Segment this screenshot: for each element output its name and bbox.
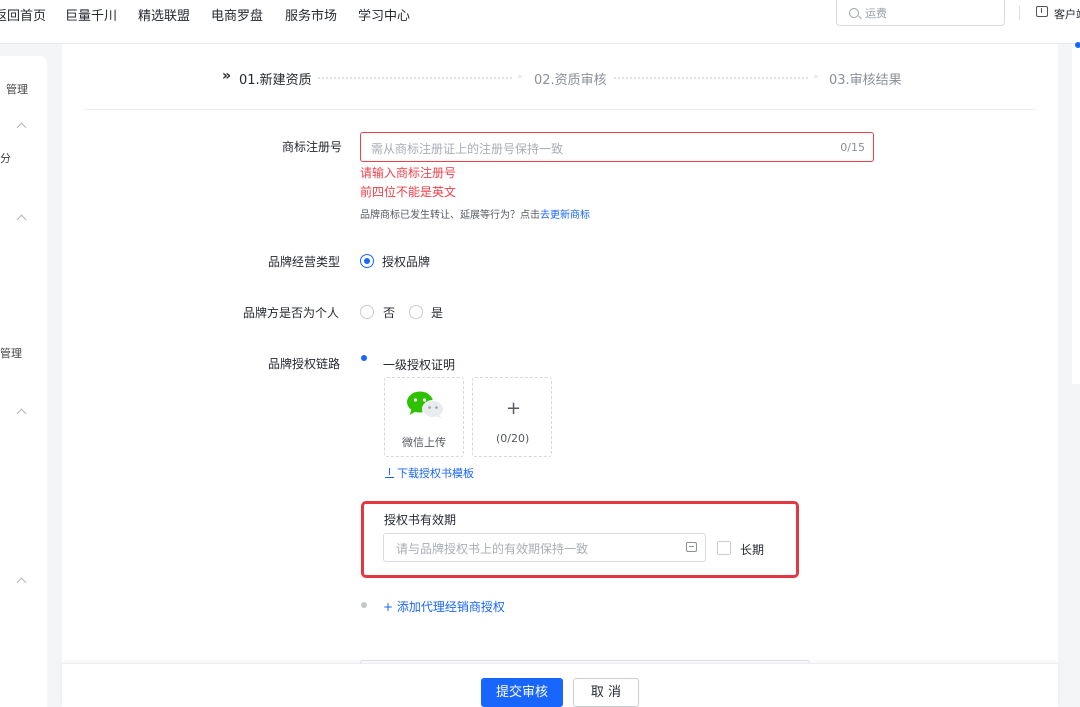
chevron-up-icon[interactable]	[16, 214, 27, 225]
step-3: 03.审核结果	[829, 73, 902, 88]
chevron-up-icon[interactable]	[16, 408, 27, 419]
calendar-icon[interactable]	[686, 542, 697, 552]
trademark-hint: 品牌商标已发生转让、延展等行为？点击去更新商标	[360, 206, 590, 221]
trademark-label: 商标注册号	[282, 140, 343, 154]
trademark-number-input[interactable]: 需从商标注册证上的注册号保持一致 0/15	[360, 132, 874, 162]
trademark-placeholder: 需从商标注册证上的注册号保持一致	[371, 142, 564, 156]
upload-count: (0/20)	[496, 432, 530, 445]
search-icon	[849, 8, 859, 18]
nav-alliance[interactable]: 精选联盟	[138, 5, 190, 24]
nav-learning-center[interactable]: 学习中心	[358, 5, 410, 24]
validity-placeholder: 请与品牌授权书上的有效期保持一致	[396, 542, 589, 556]
is-individual-label: 品牌方是否为个人	[243, 306, 340, 320]
nav-qianchuan[interactable]: 巨量千川	[65, 5, 117, 24]
step-1: 01.新建资质	[239, 73, 312, 88]
submit-review-button[interactable]: 提交审核	[481, 678, 563, 707]
nav-home[interactable]: 返回首页	[0, 5, 46, 24]
nav-service-market[interactable]: 服务市场	[285, 5, 337, 24]
error-format: 前四位不能是英文	[360, 185, 457, 199]
header-divider	[84, 109, 1036, 110]
sidebar-item-label[interactable]: 管理	[6, 81, 28, 97]
download-icon	[385, 468, 394, 478]
sidebar-item-label[interactable]: 管理	[0, 345, 22, 361]
wechat-icon	[407, 391, 444, 419]
download-template-link[interactable]: 下载授权书模板	[385, 465, 474, 481]
notification-dot	[1075, 42, 1080, 48]
level1-title: 一级授权证明	[383, 358, 456, 372]
upload-file-button[interactable]: + (0/20)	[472, 377, 552, 457]
validity-date-input[interactable]: 请与品牌授权书上的有效期保持一致	[383, 533, 706, 562]
authorized-brand-label[interactable]: 授权品牌	[382, 253, 430, 270]
wechat-upload-caption: 微信上传	[402, 436, 446, 449]
add-agent-authorization-link[interactable]: + 添加代理经销商授权	[383, 598, 505, 615]
sidebar: 管理 分 管理	[0, 56, 47, 707]
step-arrow-icon: »	[517, 72, 522, 82]
timeline-dot-inactive	[361, 602, 367, 608]
download-client-icon[interactable]	[1036, 6, 1048, 17]
auth-chain-label: 品牌授权链路	[268, 357, 341, 371]
radio-yes[interactable]	[409, 305, 423, 319]
validity-title: 授权书有效期	[384, 513, 457, 527]
no-label[interactable]: 否	[383, 304, 395, 321]
search-placeholder: 运费	[865, 7, 887, 20]
step-connector	[614, 77, 808, 79]
timeline-dot-active	[361, 355, 367, 361]
hint-text: 品牌商标已发生转让、延展等行为？点击	[360, 210, 540, 221]
step-2: 02.资质审核	[534, 73, 607, 88]
nav-compass[interactable]: 电商罗盘	[211, 5, 263, 24]
download-template-text: 下载授权书模板	[397, 467, 474, 480]
step-arrow-icon: »	[813, 72, 818, 82]
qualification-form-card: » 01.新建资质 » 02.资质审核 » 03.审核结果 商标注册号 需从商标…	[62, 44, 1058, 707]
brand-type-label: 品牌经营类型	[268, 255, 341, 269]
sidebar-item-label[interactable]: 分	[0, 150, 11, 166]
step-connector	[318, 77, 512, 79]
chevron-up-icon[interactable]	[16, 122, 27, 133]
long-term-checkbox[interactable]	[717, 541, 731, 555]
char-counter: 0/15	[840, 141, 865, 154]
error-required: 请输入商标注册号	[360, 166, 457, 180]
plus-icon: +	[506, 398, 522, 419]
step-indicator: » 01.新建资质 » 02.资质审核 » 03.审核结果	[62, 44, 1058, 110]
cancel-button[interactable]: 取 消	[573, 678, 639, 707]
yes-label[interactable]: 是	[431, 304, 443, 321]
bottom-action-bar: 提交审核 取 消	[62, 663, 1058, 707]
long-term-label[interactable]: 长期	[740, 541, 764, 558]
radio-no[interactable]	[360, 305, 374, 319]
nav-divider	[1019, 6, 1020, 20]
chevron-up-icon[interactable]	[16, 577, 27, 588]
top-navigation: 返回首页 巨量千川 精选联盟 电商罗盘 服务市场 学习中心 运费 客户端	[0, 0, 1080, 44]
update-trademark-link[interactable]: 去更新商标	[540, 210, 590, 221]
search-input[interactable]: 运费	[836, 0, 1005, 26]
current-step-icon: »	[222, 68, 232, 84]
right-panel-edge	[1072, 44, 1080, 384]
client-download-link[interactable]: 客户端	[1054, 6, 1080, 22]
wechat-upload-button[interactable]: 微信上传	[384, 377, 464, 457]
radio-authorized-brand[interactable]	[360, 254, 374, 268]
